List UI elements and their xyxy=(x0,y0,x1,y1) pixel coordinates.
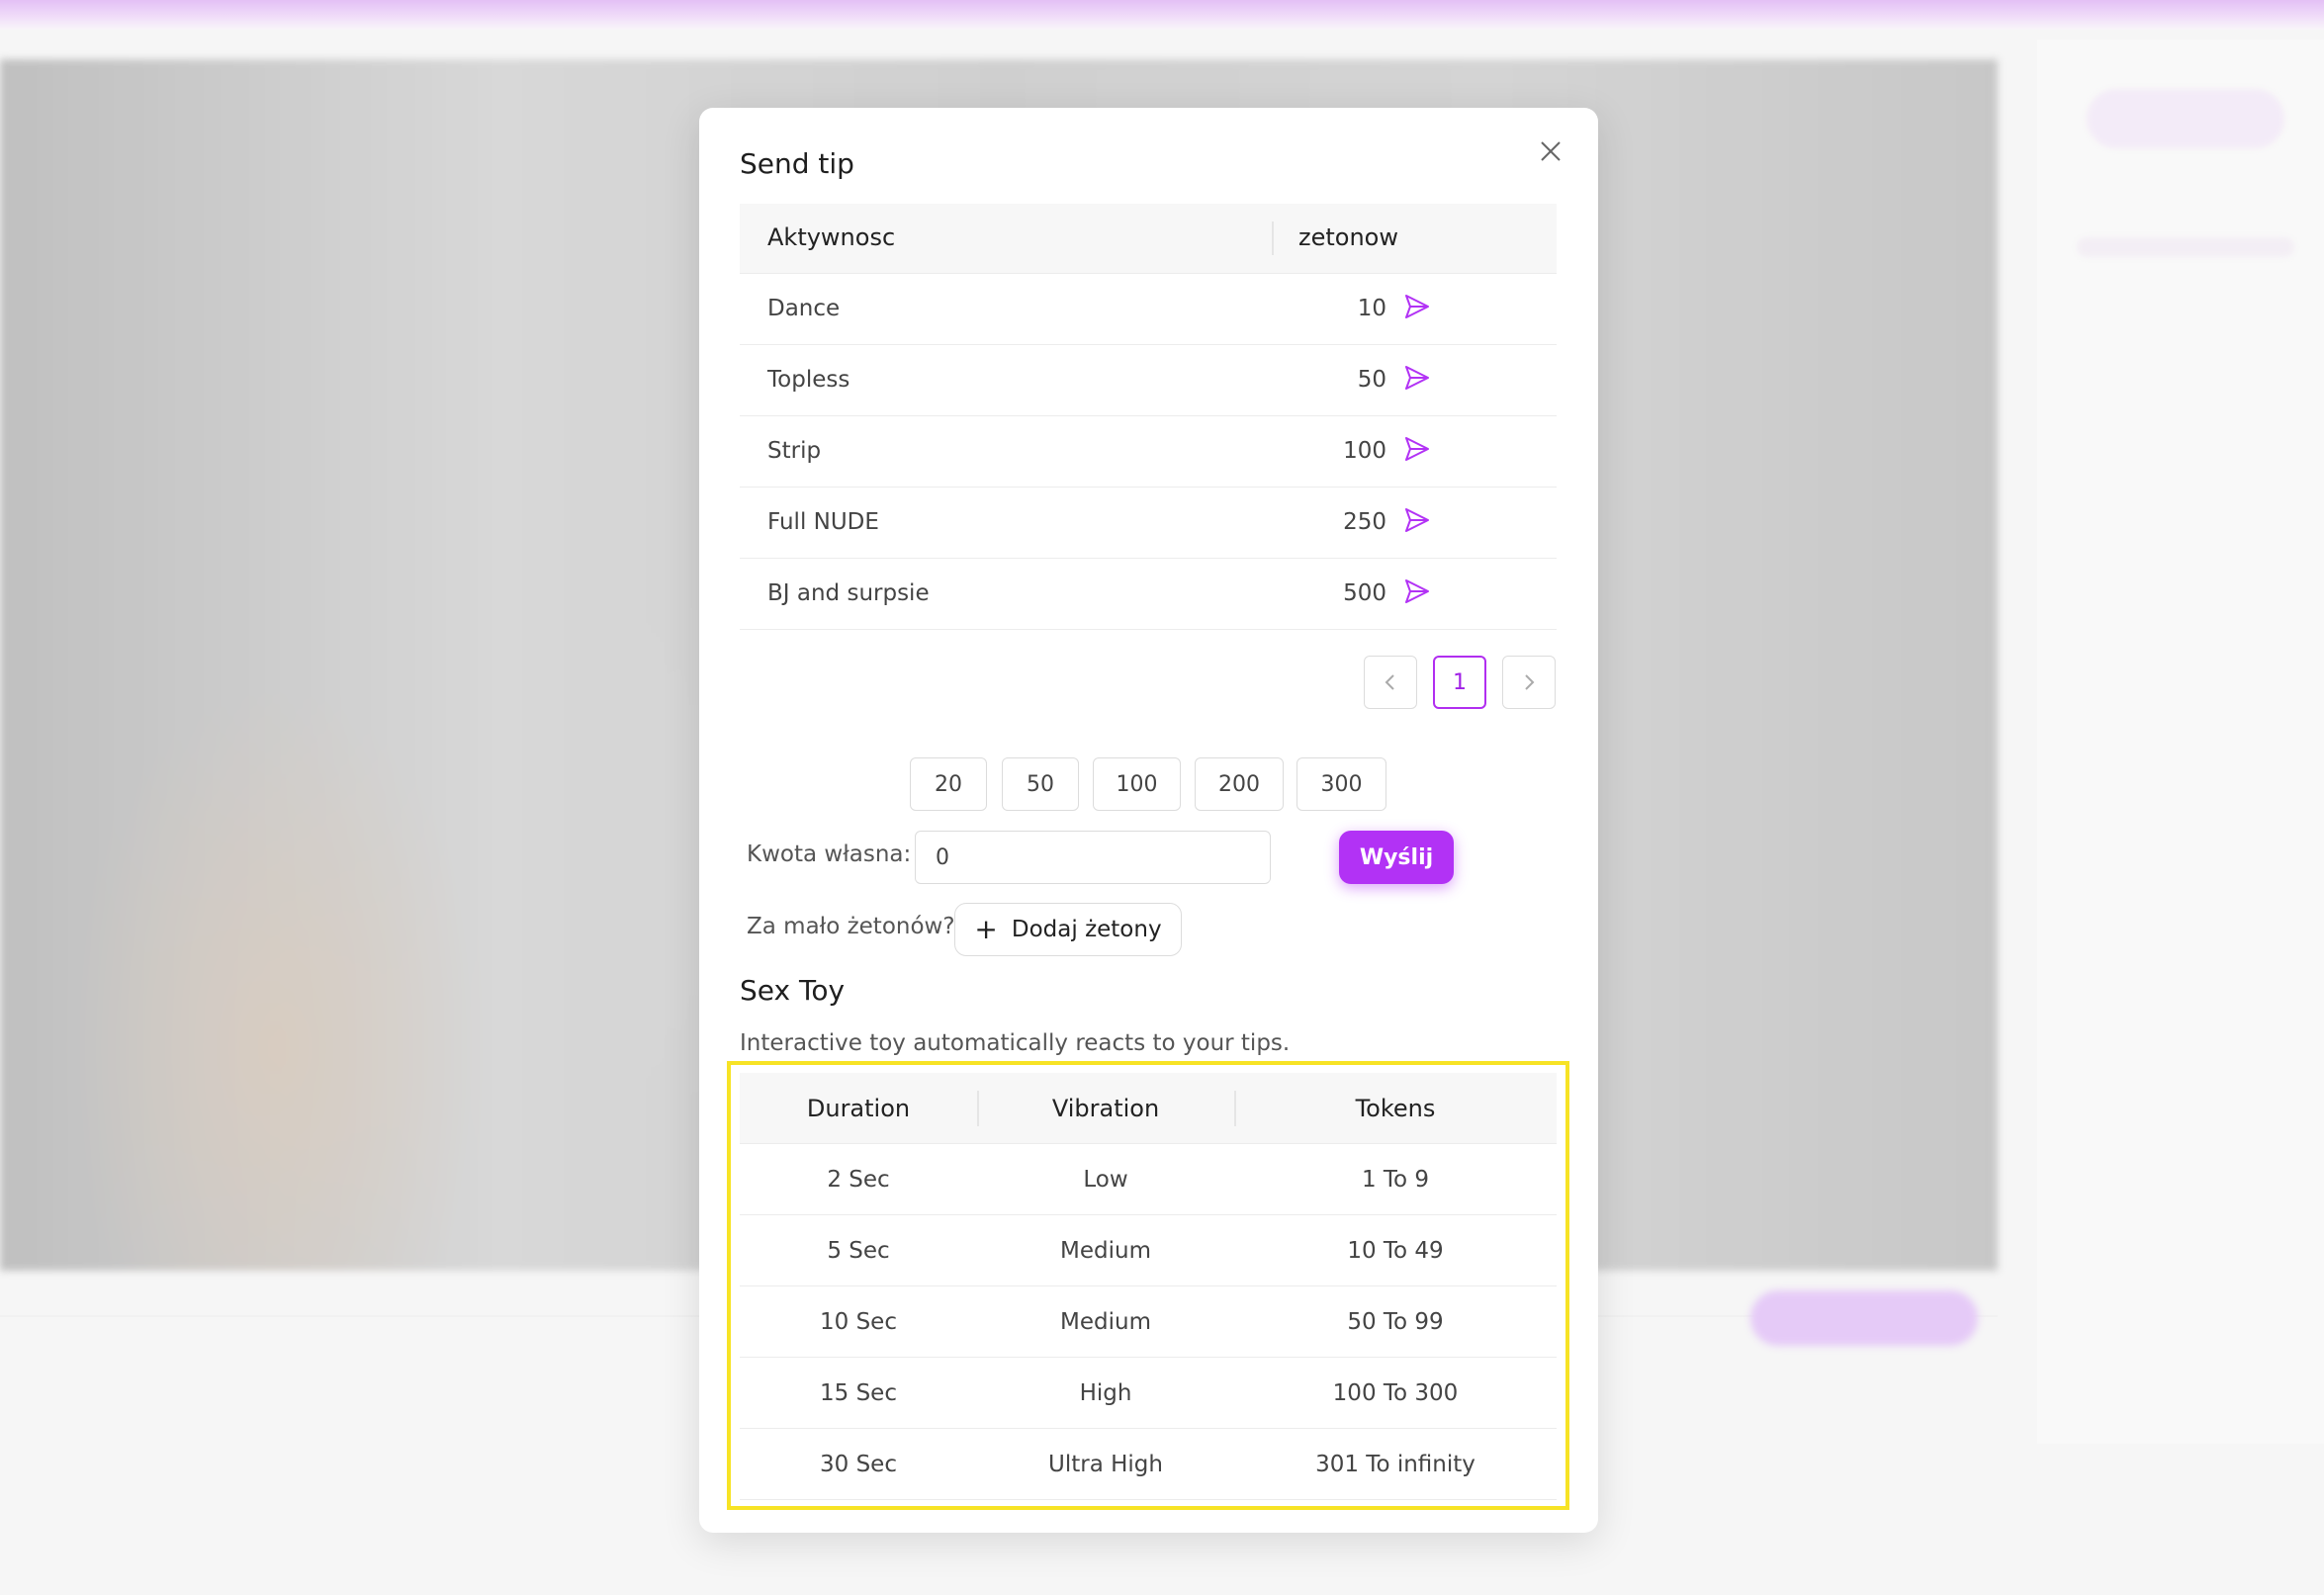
tip-activity-name: Strip xyxy=(767,438,822,464)
quick-amount-button[interactable]: 50 xyxy=(1002,757,1079,811)
tip-activity-name: Full NUDE xyxy=(767,509,879,535)
pagination-prev-button[interactable] xyxy=(1364,656,1417,709)
tip-menu-row: Full NUDE 250 xyxy=(740,487,1557,559)
quick-amount-button[interactable]: 20 xyxy=(910,757,987,811)
tip-activity-name: Topless xyxy=(767,367,850,393)
send-tip-row-button[interactable] xyxy=(1402,576,1432,606)
tip-activity-price: 50 xyxy=(1357,367,1386,393)
send-icon xyxy=(1405,579,1429,603)
send-icon xyxy=(1405,366,1429,390)
quick-amount-button[interactable]: 200 xyxy=(1195,757,1284,811)
add-tokens-label: Dodaj żetony xyxy=(1011,917,1162,942)
tip-table-header: Aktywnosc zetonow xyxy=(740,204,1557,274)
send-tip-row-button[interactable] xyxy=(1402,363,1432,393)
quick-amount-button[interactable]: 300 xyxy=(1296,757,1386,811)
not-enough-tokens-label: Za mało żetonów? xyxy=(747,914,955,939)
tip-menu-table: Aktywnosc zetonow Dance 10 Topless 50 Strip 1… xyxy=(740,204,1557,630)
send-icon xyxy=(1405,508,1429,532)
highlight-box xyxy=(727,1061,1569,1510)
tip-menu-row: Strip 100 xyxy=(740,416,1557,487)
send-tip-modal: Send tip Aktywnosc zetonow Dance 10 Toples… xyxy=(699,108,1598,1533)
custom-amount-label: Kwota własna: xyxy=(747,842,912,867)
tip-activity-price: 500 xyxy=(1343,580,1386,606)
send-icon xyxy=(1405,437,1429,461)
send-tip-row-button[interactable] xyxy=(1402,434,1432,464)
header-separator xyxy=(1272,222,1274,255)
sex-toy-subtitle: Interactive toy automatically reacts to … xyxy=(740,1030,1291,1056)
plus-icon: + xyxy=(974,913,998,945)
send-tip-button[interactable]: Wyślij xyxy=(1339,831,1454,884)
sex-toy-title: Sex Toy xyxy=(740,974,846,1007)
modal-title: Send tip xyxy=(740,147,854,180)
quick-amount-button[interactable]: 100 xyxy=(1093,757,1181,811)
tip-activity-price: 10 xyxy=(1357,296,1386,321)
custom-amount-input[interactable] xyxy=(915,831,1271,884)
pagination-next-button[interactable] xyxy=(1502,656,1556,709)
tip-menu-row: BJ and surpsie 500 xyxy=(740,559,1557,630)
chevron-right-icon xyxy=(1525,674,1535,690)
tip-menu-row: Dance 10 xyxy=(740,274,1557,345)
tip-activity-name: BJ and surpsie xyxy=(767,580,930,606)
chevron-left-icon xyxy=(1385,674,1394,690)
header-tokens: zetonow xyxy=(1298,223,1398,251)
send-tip-row-button[interactable] xyxy=(1402,505,1432,535)
send-tip-row-button[interactable] xyxy=(1402,292,1432,321)
close-button[interactable] xyxy=(1531,132,1570,171)
pagination-page-1[interactable]: 1 xyxy=(1433,656,1486,709)
add-tokens-button[interactable]: + Dodaj żetony xyxy=(954,903,1182,956)
send-icon xyxy=(1405,295,1429,318)
tip-activity-name: Dance xyxy=(767,296,841,321)
tip-activity-price: 250 xyxy=(1343,509,1386,535)
close-icon xyxy=(1541,141,1561,161)
tip-menu-row: Topless 50 xyxy=(740,345,1557,416)
header-activity: Aktywnosc xyxy=(767,223,896,251)
tip-activity-price: 100 xyxy=(1343,438,1386,464)
